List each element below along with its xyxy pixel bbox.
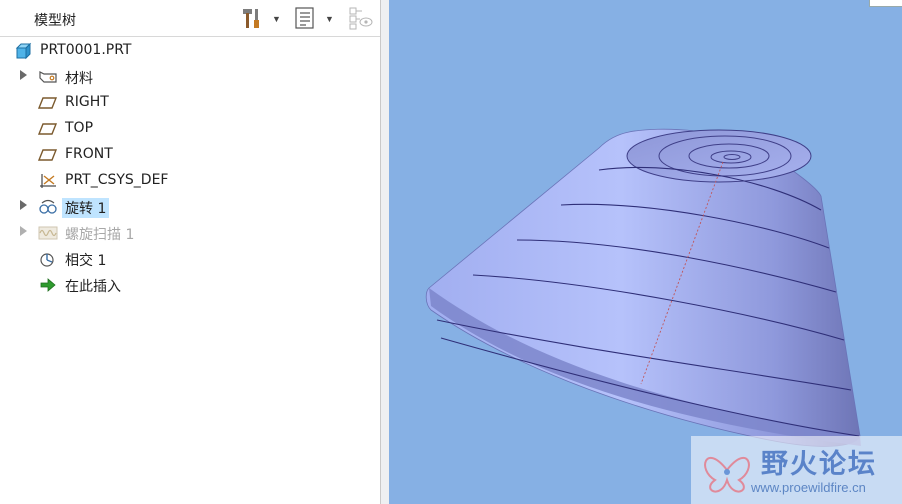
csys-icon: [40, 174, 56, 188]
watermark-text: 野火论坛: [761, 449, 877, 480]
tree-item-insert-here[interactable]: 在此插入: [0, 272, 380, 298]
datum-plane-icon: [38, 97, 58, 109]
helical-sweep-icon: [38, 226, 58, 240]
watermark-logo: 野火论坛 www.proewildfire.cn: [691, 436, 902, 504]
butterfly-logo-icon: [704, 456, 750, 493]
tree-item-label: 在此插入: [65, 279, 121, 295]
cone-model[interactable]: [389, 0, 902, 504]
datum-plane-icon: [38, 123, 58, 135]
expand-arrow-icon[interactable]: [20, 226, 27, 236]
tree-item-csys[interactable]: PRT_CSYS_DEF: [0, 168, 380, 194]
tree-item-label: TOP: [65, 120, 94, 136]
datum-plane-icon: [38, 149, 58, 161]
tree-root-label: PRT0001.PRT: [40, 42, 132, 58]
model-tree-header: 模型树 ▼ ▼: [0, 0, 380, 37]
expand-arrow-icon[interactable]: [20, 70, 27, 80]
tree-item-revolve[interactable]: 旋转 1: [0, 194, 380, 220]
tree-item-label: RIGHT: [65, 94, 109, 110]
panel-title: 模型树: [34, 13, 76, 29]
intersect-icon: [40, 253, 54, 267]
material-tag-icon: [39, 71, 57, 83]
tree-item-top-plane[interactable]: TOP: [0, 116, 380, 142]
tree-item-front-plane[interactable]: FRONT: [0, 142, 380, 168]
list-document-icon[interactable]: [294, 6, 316, 30]
tree-filter-icon[interactable]: [348, 6, 374, 30]
tree-item-label: FRONT: [65, 146, 113, 162]
tree-item-intersect[interactable]: 相交 1: [0, 246, 380, 272]
tree-root-part[interactable]: PRT0001.PRT: [0, 38, 380, 64]
show-dropdown-icon[interactable]: ▼: [325, 14, 334, 24]
hammer-tools-icon[interactable]: [240, 6, 264, 30]
model-tree: PRT0001.PRT 材料 RIGHT TOP FRONT PRT_CSYS_…: [0, 38, 380, 298]
watermark-url: www.proewildfire.cn: [751, 480, 866, 495]
insert-here-arrow-icon: [40, 278, 56, 292]
graphics-viewport[interactable]: 野火论坛 www.proewildfire.cn: [389, 0, 902, 504]
tree-item-material[interactable]: 材料: [0, 64, 380, 90]
tree-item-helical-sweep[interactable]: 螺旋扫描 1: [0, 220, 380, 246]
tree-item-label: 旋转 1: [62, 198, 110, 218]
tree-item-label: PRT_CSYS_DEF: [65, 172, 169, 188]
tree-item-label: 相交 1: [65, 253, 107, 269]
revolve-icon: [39, 199, 57, 214]
part-cube-icon: [15, 42, 32, 60]
tree-item-right-plane[interactable]: RIGHT: [0, 90, 380, 116]
tree-item-label: 材料: [65, 71, 93, 87]
model-tree-panel: 模型树 ▼ ▼ PRT0001.PRT 材料 RIGHT TOP FRONT P…: [0, 0, 380, 504]
settings-dropdown-icon[interactable]: ▼: [272, 14, 281, 24]
expand-arrow-icon[interactable]: [20, 200, 27, 210]
tree-item-label: 螺旋扫描 1: [65, 227, 135, 243]
